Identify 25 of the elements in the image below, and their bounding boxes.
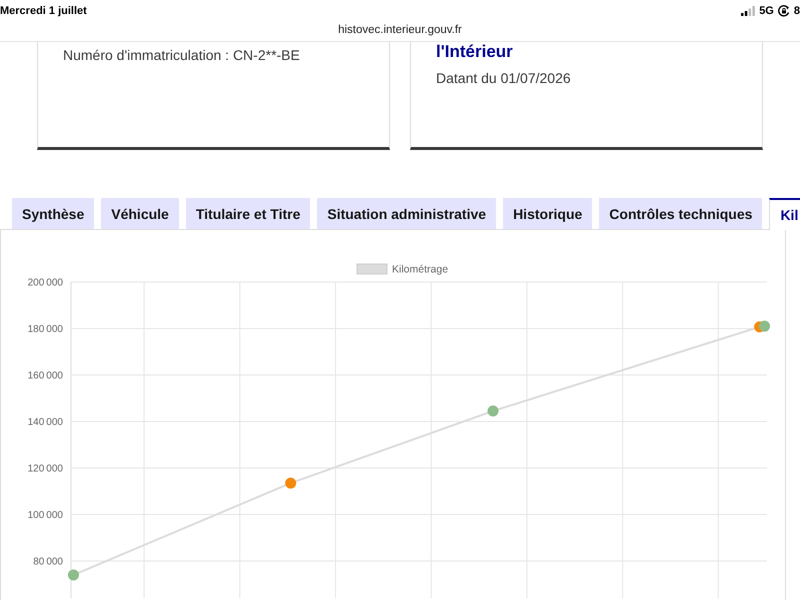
card-text: Numéro d'immatriculation : CN-2**-BE [63,46,300,65]
y-tick-label: 160 000 [28,370,63,382]
card-title: l'Intérieur [436,42,513,62]
tab[interactable]: Titulaire et Titre [186,198,310,229]
tab[interactable]: Kil [769,198,800,230]
y-tick-label: 180 000 [28,324,63,335]
tab[interactable]: Contrôles techniques [599,198,762,229]
status-date: Mercredi 1 juillet [0,5,87,17]
y-tick-label: 120 000 [28,464,63,474]
y-tick-label: 140 000 [28,417,63,428]
network-label: 5G [759,5,774,17]
signal-icon [741,6,756,16]
y-tick-label: 200 000 [28,278,63,288]
battery-percentage: 8 [794,5,800,17]
legend-label: Kilométrage [392,264,448,276]
url-text[interactable]: histovec.interieur.gouv.fr [338,22,462,38]
y-tick-label: 80 000 [33,556,63,568]
tab[interactable]: Situation administrative [317,198,496,229]
rotation-lock-icon [778,5,790,17]
tab[interactable]: Historique [503,198,592,229]
tab[interactable]: Synthèse [12,198,94,229]
y-tick-label: 100 000 [28,510,63,521]
card-text: Datant du 01/07/2026 [436,69,571,88]
legend-swatch-icon [356,264,388,274]
tab[interactable]: Véhicule [101,198,179,229]
